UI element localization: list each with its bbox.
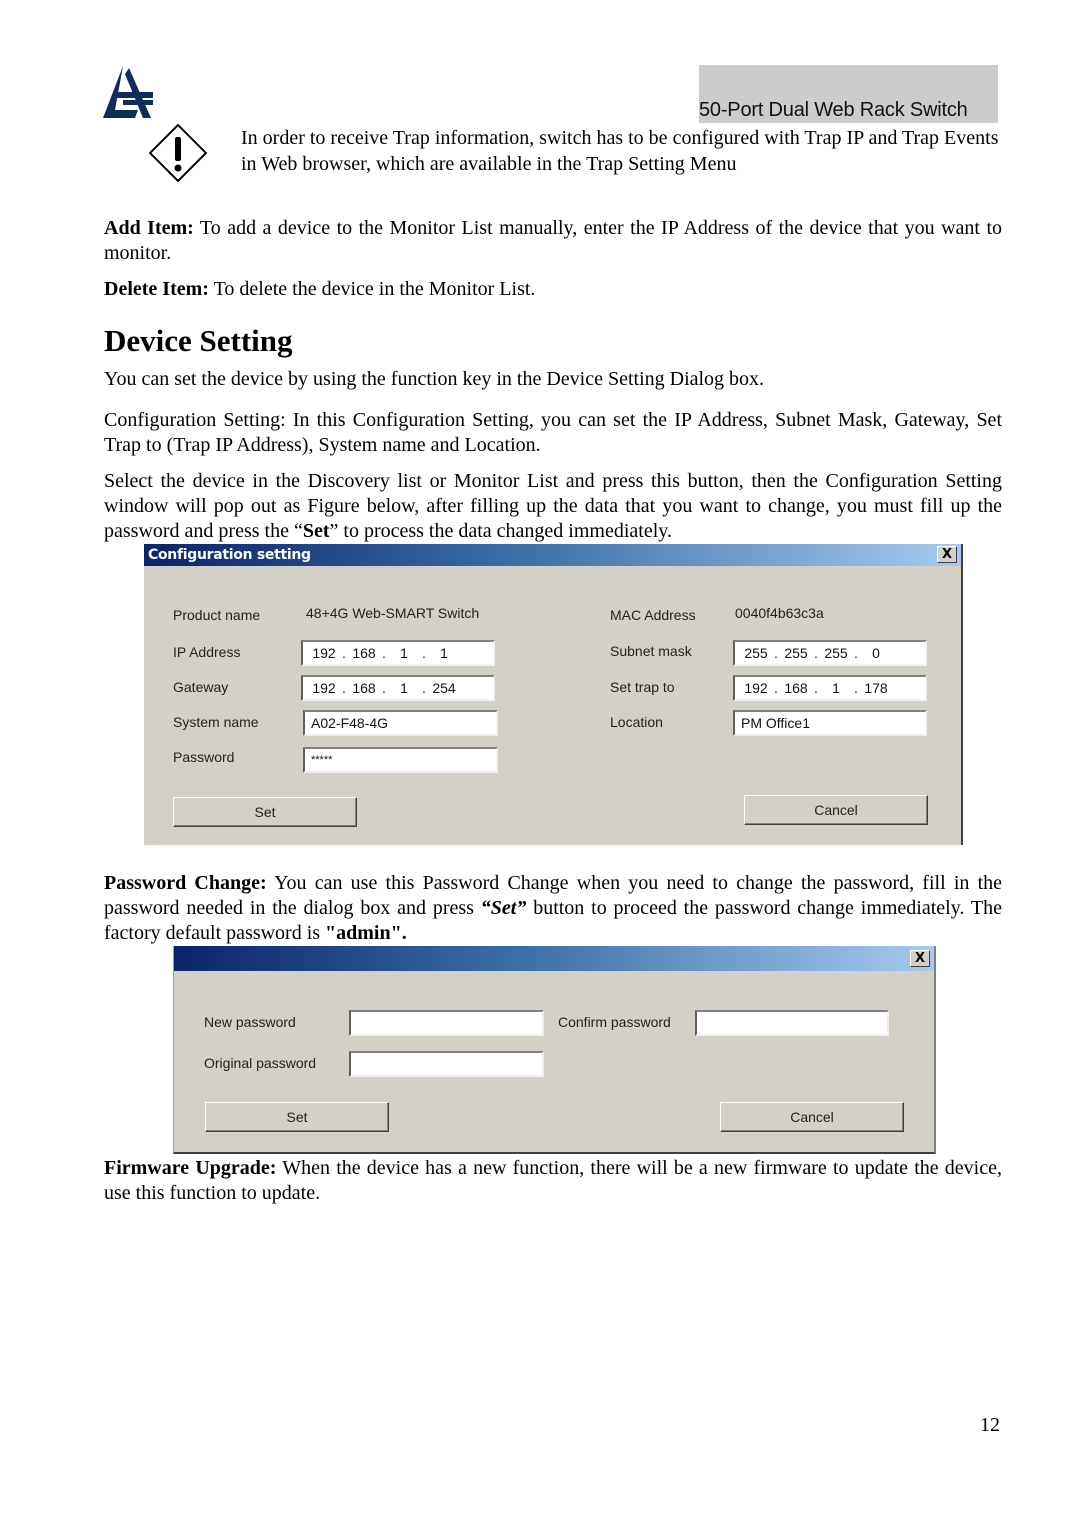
- mac-address-label: MAC Address: [610, 607, 696, 623]
- product-name-label: Product name: [173, 607, 261, 623]
- set-trap-to-label: Set trap to: [610, 679, 675, 695]
- atlantis-logo-icon: [103, 66, 155, 120]
- password-change-label: Password Change:: [104, 872, 267, 894]
- firmware-upgrade-paragraph: Firmware Upgrade: When the device has a …: [104, 1157, 1002, 1204]
- add-item-paragraph: Add Item: To add a device to the Monitor…: [104, 216, 1002, 266]
- config-setting-paragraph: Configuration Setting: In this Configura…: [104, 409, 1002, 456]
- warning-text: In order to receive Trap information, sw…: [241, 127, 999, 175]
- password-change-dialog: X New password Confirm password Original…: [173, 946, 936, 1154]
- subnet-mask-field[interactable]: 255. 255. 255. 0: [733, 640, 927, 666]
- gateway-label: Gateway: [173, 679, 229, 695]
- password-field[interactable]: *****: [303, 747, 498, 773]
- new-password-label: New password: [204, 1014, 296, 1030]
- firmware-upgrade-label: Firmware Upgrade:: [104, 1157, 277, 1179]
- new-password-field[interactable]: [349, 1010, 544, 1036]
- confirm-password-label: Confirm password: [558, 1014, 671, 1030]
- password-label: Password: [173, 749, 235, 765]
- gateway-field[interactable]: 192. 168. 1. 254: [301, 675, 495, 701]
- configuration-setting-dialog: Configuration setting X Product name 48+…: [144, 544, 963, 845]
- location-label: Location: [610, 714, 663, 730]
- original-password-field[interactable]: [349, 1051, 544, 1077]
- delete-item-label: Delete Item:: [104, 278, 209, 300]
- cancel-button[interactable]: Cancel: [720, 1102, 904, 1132]
- cancel-button[interactable]: Cancel: [744, 795, 928, 825]
- dialog-title: Configuration setting: [148, 547, 311, 563]
- password-change-paragraph: Password Change: You can use this Passwo…: [104, 872, 1003, 944]
- product-name-value: 48+4G Web-SMART Switch: [306, 605, 480, 621]
- document-title: 50-Port Dual Web Rack Switch: [699, 99, 968, 121]
- set-trap-to-field[interactable]: 192. 168. 1. 178: [733, 675, 927, 701]
- page-number: 12: [980, 1414, 1000, 1436]
- ip-address-label: IP Address: [173, 644, 241, 660]
- warning-diamond-icon: [148, 123, 208, 183]
- set-button[interactable]: Set: [205, 1102, 389, 1132]
- subnet-mask-label: Subnet mask: [610, 643, 692, 659]
- set-button[interactable]: Set: [173, 797, 357, 827]
- dialog-titlebar: Configuration setting X: [144, 544, 961, 566]
- close-button[interactable]: X: [910, 950, 930, 967]
- confirm-password-field[interactable]: [695, 1010, 889, 1036]
- add-item-label: Add Item:: [104, 217, 194, 239]
- ip-address-field[interactable]: 192. 168. 1. 1: [301, 640, 495, 666]
- select-device-paragraph: Select the device in the Discovery list …: [104, 470, 1002, 542]
- delete-item-text: To delete the device in the Monitor List…: [208, 278, 536, 300]
- delete-item-paragraph: Delete Item: To delete the device in the…: [104, 277, 1002, 302]
- location-field[interactable]: PM Office1: [733, 710, 927, 736]
- original-password-label: Original password: [204, 1055, 317, 1071]
- section-intro: You can set the device by using the func…: [104, 368, 765, 390]
- dialog-titlebar: X: [174, 946, 934, 971]
- system-name-field[interactable]: A02-F48-4G: [303, 710, 498, 736]
- mac-address-value: 0040f4b63c3a: [735, 605, 824, 621]
- add-item-text: To add a device to the Monitor List manu…: [104, 217, 1002, 264]
- system-name-label: System name: [173, 714, 259, 730]
- section-heading: Device Setting: [104, 323, 293, 358]
- close-button[interactable]: X: [937, 546, 957, 563]
